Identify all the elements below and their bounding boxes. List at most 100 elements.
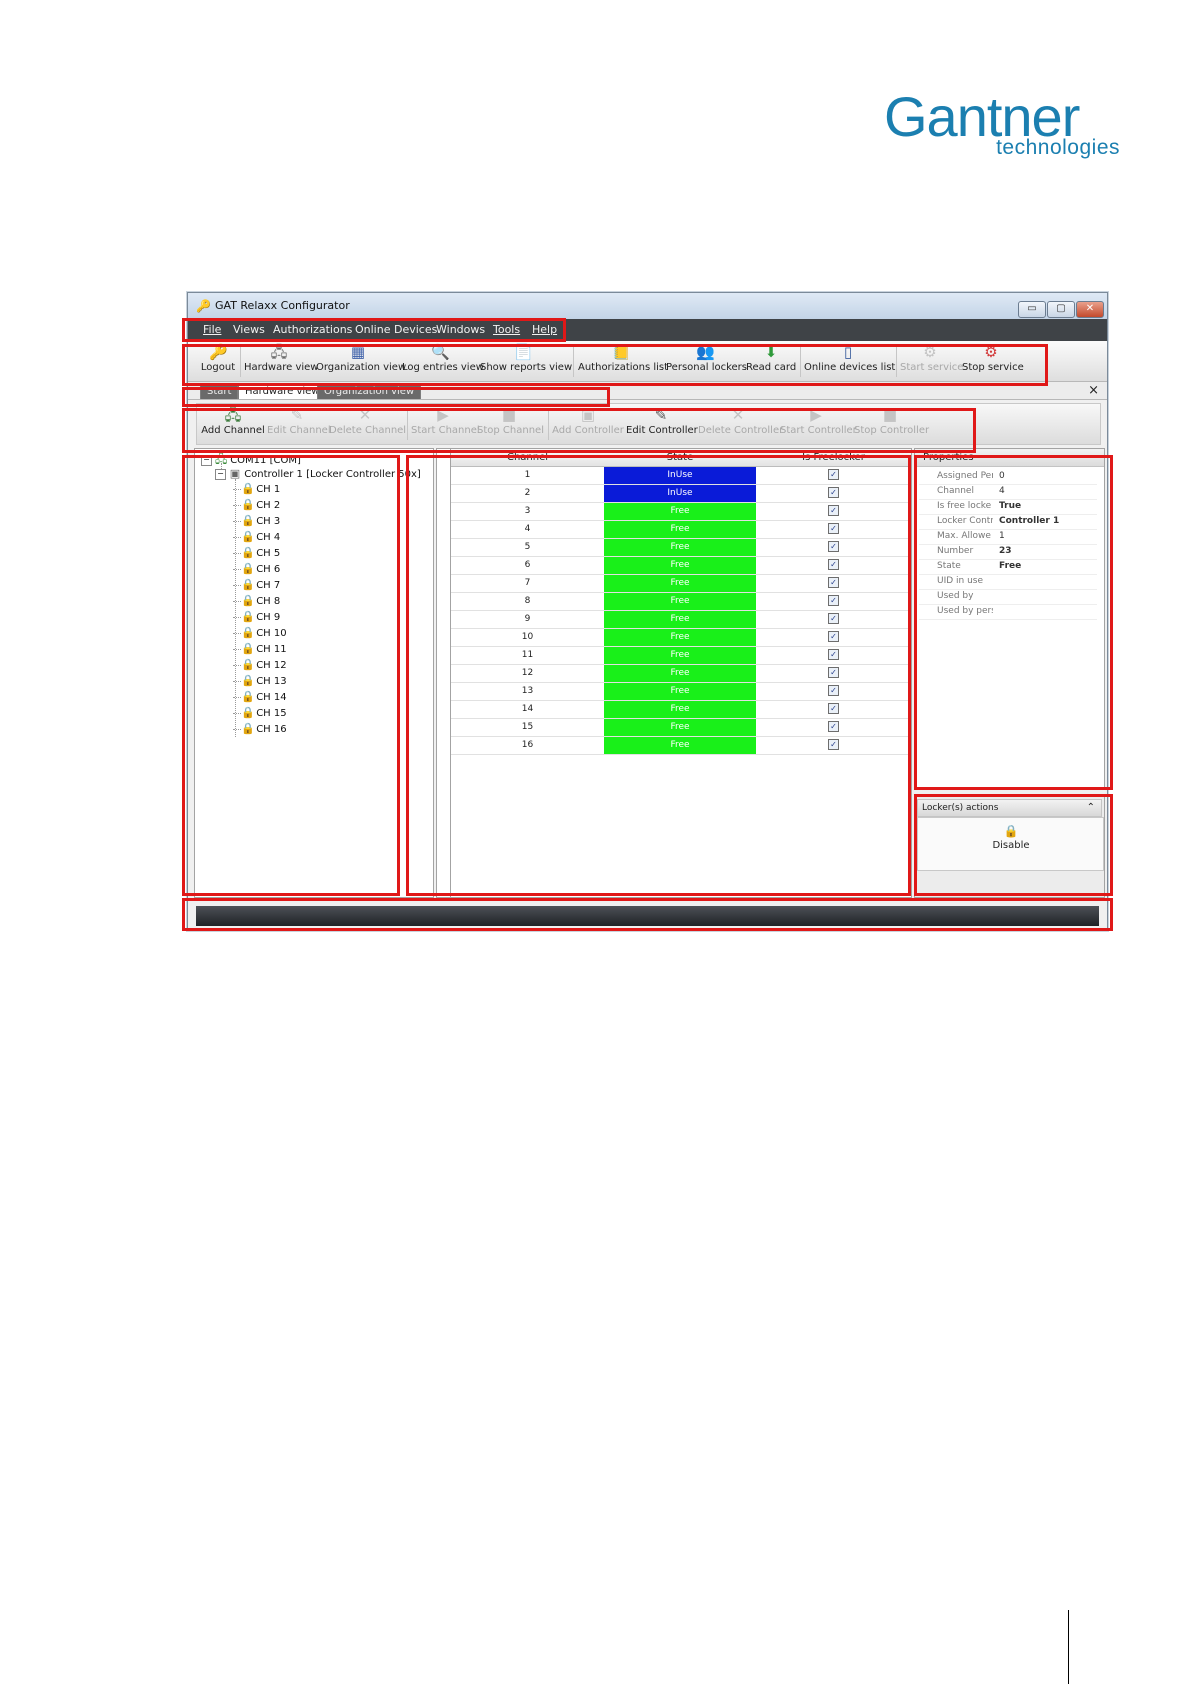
tree-node-channel[interactable]: 🔒 CH 12: [233, 658, 287, 671]
property-row[interactable]: Used by: [919, 589, 1097, 605]
column-header-freelocker[interactable]: Is Freelocker: [756, 452, 911, 463]
freelocker-checkbox[interactable]: ✓: [828, 739, 839, 750]
close-button[interactable]: ✕: [1076, 301, 1104, 318]
tree-node-channel[interactable]: 🔒 CH 6: [233, 562, 280, 575]
tree-node-channel[interactable]: 🔒 CH 3: [233, 514, 280, 527]
tree-node-controller[interactable]: − ▣ Controller 1 [Locker Controller 50x]: [215, 467, 421, 480]
maximize-button[interactable]: ▢: [1047, 301, 1075, 318]
tree-node-channel[interactable]: 🔒 CH 14: [233, 690, 287, 703]
freelocker-checkbox[interactable]: ✓: [828, 469, 839, 480]
menu-tools[interactable]: Tools: [493, 323, 520, 336]
freelocker-checkbox[interactable]: ✓: [828, 631, 839, 642]
edit-controller-button[interactable]: ✎ Edit Controller: [626, 406, 698, 442]
column-header-channel[interactable]: Channel: [451, 452, 604, 463]
table-row[interactable]: 4 Free ✓: [451, 521, 911, 539]
table-row[interactable]: 2 InUse ✓: [451, 485, 911, 503]
property-row[interactable]: Is free locke True: [919, 499, 1097, 515]
table-row[interactable]: 5 Free ✓: [451, 539, 911, 557]
delete-channel-button[interactable]: ✕ Delete Channel: [329, 406, 406, 442]
edit-channel-button[interactable]: ✎ Edit Channel: [267, 406, 331, 442]
freelocker-checkbox[interactable]: ✓: [828, 595, 839, 606]
menu-help[interactable]: Help: [532, 323, 557, 336]
freelocker-checkbox[interactable]: ✓: [828, 613, 839, 624]
menu-authorizations[interactable]: Authorizations: [273, 323, 352, 336]
property-row[interactable]: Assigned Per 0: [919, 469, 1097, 485]
stop-channel-button[interactable]: ■ Stop Channel: [477, 406, 544, 442]
column-header-state[interactable]: State: [604, 452, 756, 463]
show-reports-view-button[interactable]: 📄 Show reports view: [480, 343, 572, 379]
delete-controller-button[interactable]: ✕ Delete Controller: [698, 406, 783, 442]
tree-node-channel[interactable]: 🔒 CH 2: [233, 498, 280, 511]
table-row[interactable]: 12 Free ✓: [451, 665, 911, 683]
tab-hardware-view[interactable]: Hardware view: [238, 384, 327, 399]
add-channel-button[interactable]: 🖧 Add Channel: [201, 406, 265, 442]
collapse-panel-icon[interactable]: ⌃: [1087, 800, 1095, 816]
logout-button[interactable]: 🔑 Logout: [198, 343, 238, 379]
property-row[interactable]: Locker Contr Controller 1: [919, 514, 1097, 530]
table-row[interactable]: 9 Free ✓: [451, 611, 911, 629]
stop-service-button[interactable]: ⚙ Stop service: [962, 343, 1024, 379]
menu-online-devices[interactable]: Online Devices: [355, 323, 437, 336]
close-tab-icon[interactable]: ×: [1088, 383, 1099, 398]
start-channel-button[interactable]: ▶ Start Channel: [411, 406, 480, 442]
hardware-view-button[interactable]: 🖧 Hardware view: [244, 343, 319, 379]
start-controller-button[interactable]: ▶ Start Controller: [780, 406, 857, 442]
tree-node-channel[interactable]: 🔒 CH 13: [233, 674, 287, 687]
tab-organization-view[interactable]: Organization view: [317, 384, 422, 399]
minimize-button[interactable]: ▭: [1018, 301, 1046, 318]
tree-node-channel[interactable]: 🔒 CH 9: [233, 610, 280, 623]
personal-lockers-button[interactable]: 👥 Personal lockers: [666, 343, 747, 379]
online-devices-list-button[interactable]: ▯ Online devices list: [804, 343, 895, 379]
table-row[interactable]: 10 Free ✓: [451, 629, 911, 647]
property-row[interactable]: Used by pers: [919, 604, 1097, 620]
freelocker-checkbox[interactable]: ✓: [828, 685, 839, 696]
collapse-icon[interactable]: −: [215, 468, 226, 480]
property-row[interactable]: State Free: [919, 559, 1097, 575]
read-card-button[interactable]: ⬇ Read card: [746, 343, 796, 379]
table-row[interactable]: 15 Free ✓: [451, 719, 911, 737]
freelocker-checkbox[interactable]: ✓: [828, 523, 839, 534]
property-row[interactable]: Max. Allowe 1: [919, 529, 1097, 545]
table-row[interactable]: 16 Free ✓: [451, 737, 911, 755]
freelocker-checkbox[interactable]: ✓: [828, 541, 839, 552]
table-row[interactable]: 14 Free ✓: [451, 701, 911, 719]
freelocker-checkbox[interactable]: ✓: [828, 559, 839, 570]
tree-node-channel[interactable]: 🔒 CH 4: [233, 530, 280, 543]
tree-node-channel[interactable]: 🔒 CH 16: [233, 722, 287, 735]
freelocker-checkbox[interactable]: ✓: [828, 577, 839, 588]
property-row[interactable]: UID in use: [919, 574, 1097, 590]
table-row[interactable]: 7 Free ✓: [451, 575, 911, 593]
freelocker-checkbox[interactable]: ✓: [828, 649, 839, 660]
locker-actions-header[interactable]: Locker(s) actions ⌃: [917, 799, 1102, 817]
start-service-button[interactable]: ⚙ Start service: [900, 343, 963, 379]
authorizations-list-button[interactable]: 📒 Authorizations list: [578, 343, 668, 379]
organization-view-button[interactable]: ▦ Organization view: [316, 343, 406, 379]
tree-node-channel[interactable]: 🔒 CH 1: [233, 482, 280, 495]
tree-node-channel[interactable]: 🔒 CH 11: [233, 642, 287, 655]
table-row[interactable]: 1 InUse ✓: [451, 467, 911, 485]
table-row[interactable]: 11 Free ✓: [451, 647, 911, 665]
tree-node-channel[interactable]: 🔒 CH 8: [233, 594, 280, 607]
freelocker-checkbox[interactable]: ✓: [828, 505, 839, 516]
table-row[interactable]: 3 Free ✓: [451, 503, 911, 521]
freelocker-checkbox[interactable]: ✓: [828, 667, 839, 678]
table-row[interactable]: 8 Free ✓: [451, 593, 911, 611]
disable-button[interactable]: 🔒 Disable: [978, 824, 1044, 851]
menu-file[interactable]: File: [203, 323, 221, 336]
add-controller-button[interactable]: ▣ Add Controller: [552, 406, 624, 442]
tree-node-channel[interactable]: 🔒 CH 5: [233, 546, 280, 559]
property-row[interactable]: Channel 4: [919, 484, 1097, 500]
property-row[interactable]: Number 23: [919, 544, 1097, 560]
table-row[interactable]: 13 Free ✓: [451, 683, 911, 701]
tree-node-channel[interactable]: 🔒 CH 10: [233, 626, 287, 639]
menu-views[interactable]: Views: [233, 323, 265, 336]
tree-node-channel[interactable]: 🔒 CH 7: [233, 578, 280, 591]
freelocker-checkbox[interactable]: ✓: [828, 703, 839, 714]
tab-start[interactable]: Start: [200, 384, 239, 399]
stop-controller-button[interactable]: ■ Stop Controller: [854, 406, 929, 442]
table-row[interactable]: 6 Free ✓: [451, 557, 911, 575]
freelocker-checkbox[interactable]: ✓: [828, 721, 839, 732]
collapse-icon[interactable]: −: [201, 454, 212, 466]
freelocker-checkbox[interactable]: ✓: [828, 487, 839, 498]
log-entries-view-button[interactable]: 🔍 Log entries view: [402, 343, 484, 379]
